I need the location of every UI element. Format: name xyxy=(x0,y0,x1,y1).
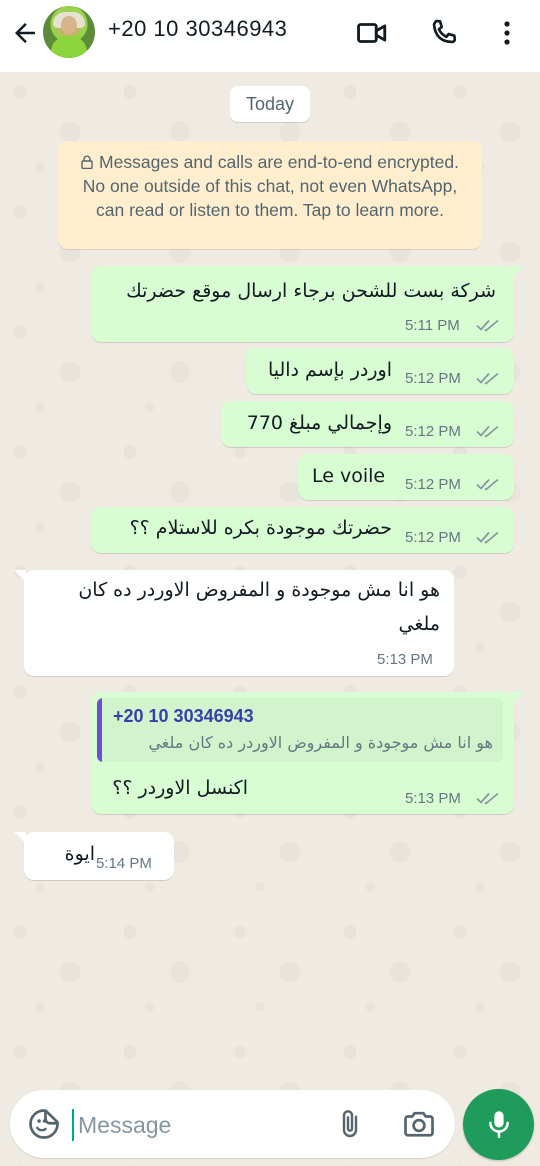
message-bubble-outgoing-reply[interactable]: +20 10 30346943 هو انا مش موجودة و المفر… xyxy=(91,692,524,814)
text-caret xyxy=(72,1109,74,1141)
quote-author: +20 10 30346943 xyxy=(113,706,254,726)
message-bubble-incoming[interactable]: هو انا مش موجودة و المفروض الاوردر ده كا… xyxy=(14,570,454,676)
chat-header: +20 10 30346943 xyxy=(0,0,540,72)
lock-icon xyxy=(81,151,93,170)
mic-icon xyxy=(489,1111,509,1138)
message-time: 5:13 PM xyxy=(377,651,433,668)
read-ticks-icon xyxy=(476,372,499,385)
message-time: 5:14 PM xyxy=(96,855,152,872)
read-ticks-icon xyxy=(476,425,499,438)
message-time: 5:11 PM xyxy=(405,317,460,334)
message-text: وإجمالي مبلغ 770 xyxy=(246,412,392,434)
message-bubble-outgoing[interactable]: حضرتك موجودة بكره للاستلام ؟؟ 5:12 PM xyxy=(91,507,514,553)
read-ticks-icon xyxy=(476,478,499,491)
message-bubble-outgoing[interactable]: Le voile 5:12 PM xyxy=(298,454,514,500)
message-bubble-incoming[interactable]: ايوة 5:14 PM xyxy=(14,832,174,880)
read-ticks-icon xyxy=(476,792,499,805)
message-text: اوردر بإسم داليا xyxy=(267,359,392,381)
avatar[interactable] xyxy=(43,6,95,58)
message-composer xyxy=(10,1090,455,1158)
message-text: Le voile xyxy=(312,465,386,487)
attach-icon[interactable] xyxy=(334,1106,366,1142)
encryption-notice-text: Messages and calls are end-to-end encryp… xyxy=(82,152,459,220)
more-vert-icon[interactable] xyxy=(494,16,520,50)
contact-name[interactable]: +20 10 30346943 xyxy=(108,16,287,42)
message-time: 5:12 PM xyxy=(405,529,461,546)
message-bubble-outgoing[interactable]: اوردر بإسم داليا 5:12 PM xyxy=(246,348,514,394)
message-text-line2: ملغي xyxy=(398,613,440,635)
mic-button[interactable] xyxy=(463,1089,534,1160)
message-text: شركة بست للشحن برجاء ارسال موقع حضرتك xyxy=(126,280,496,302)
message-bubble-outgoing[interactable]: وإجمالي مبلغ 770 5:12 PM xyxy=(221,401,514,447)
quote-accent-bar xyxy=(97,698,102,762)
read-ticks-icon xyxy=(476,531,499,544)
camera-icon[interactable] xyxy=(400,1106,438,1142)
message-text: حضرتك موجودة بكره للاستلام ؟؟ xyxy=(129,517,392,539)
date-chip: Today xyxy=(230,86,310,122)
quote-text: هو انا مش موجودة و المفروض الاوردر ده كا… xyxy=(148,733,493,752)
message-text: ايوة xyxy=(64,843,95,865)
back-arrow-icon[interactable] xyxy=(10,18,40,48)
message-time: 5:13 PM xyxy=(405,790,461,807)
read-ticks-icon xyxy=(476,319,499,332)
message-text-line1: هو انا مش موجودة و المفروض الاوردر ده كا… xyxy=(78,579,440,601)
message-bubble-outgoing[interactable]: شركة بست للشحن برجاء ارسال موقع حضرتك 5:… xyxy=(91,266,524,342)
message-time: 5:12 PM xyxy=(405,370,461,387)
encryption-notice[interactable]: Messages and calls are end-to-end encryp… xyxy=(58,141,482,249)
message-input[interactable] xyxy=(76,1100,330,1150)
emoji-icon[interactable] xyxy=(26,1106,62,1142)
video-call-icon[interactable] xyxy=(355,16,389,50)
phone-icon[interactable] xyxy=(427,16,461,50)
quoted-message[interactable]: +20 10 30346943 هو انا مش موجودة و المفر… xyxy=(97,698,503,762)
message-time: 5:12 PM xyxy=(405,476,461,493)
message-text: اكنسل الاوردر ؟؟ xyxy=(112,777,248,799)
message-time: 5:12 PM xyxy=(405,423,461,440)
